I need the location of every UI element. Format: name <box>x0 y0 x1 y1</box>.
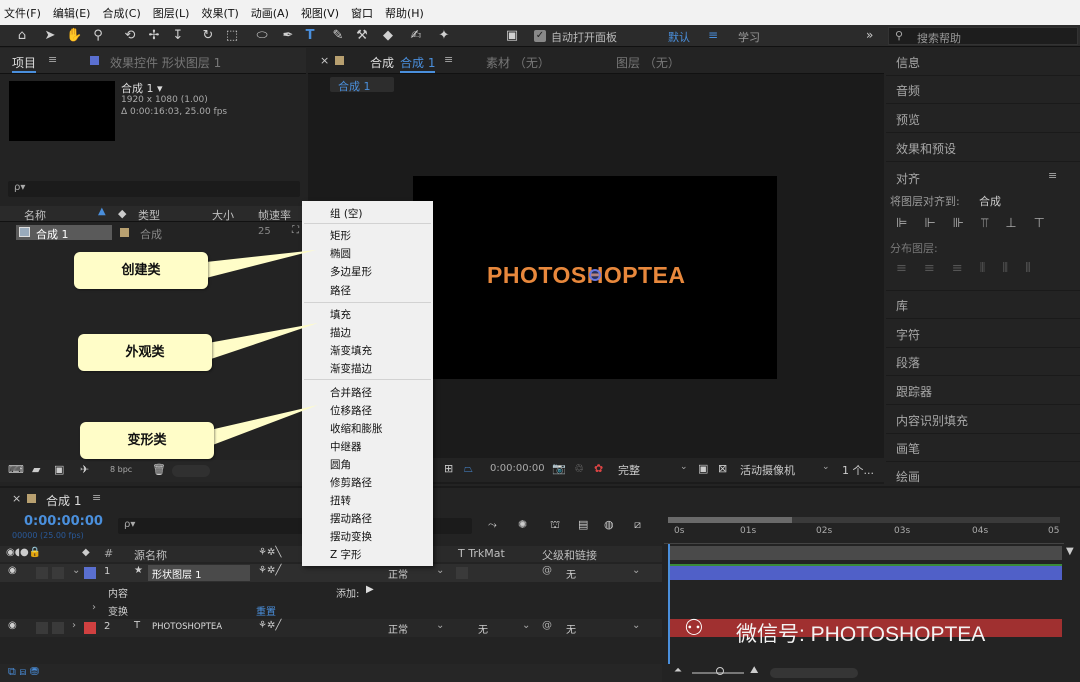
callout-appearance: 外观类 <box>78 334 212 371</box>
callout-arrow-transform <box>210 405 318 446</box>
callout-transform: 变形类 <box>80 422 214 459</box>
callout-create: 创建类 <box>74 252 208 289</box>
callout-arrow-create <box>206 250 316 278</box>
callout-arrow-appearance <box>208 323 318 360</box>
